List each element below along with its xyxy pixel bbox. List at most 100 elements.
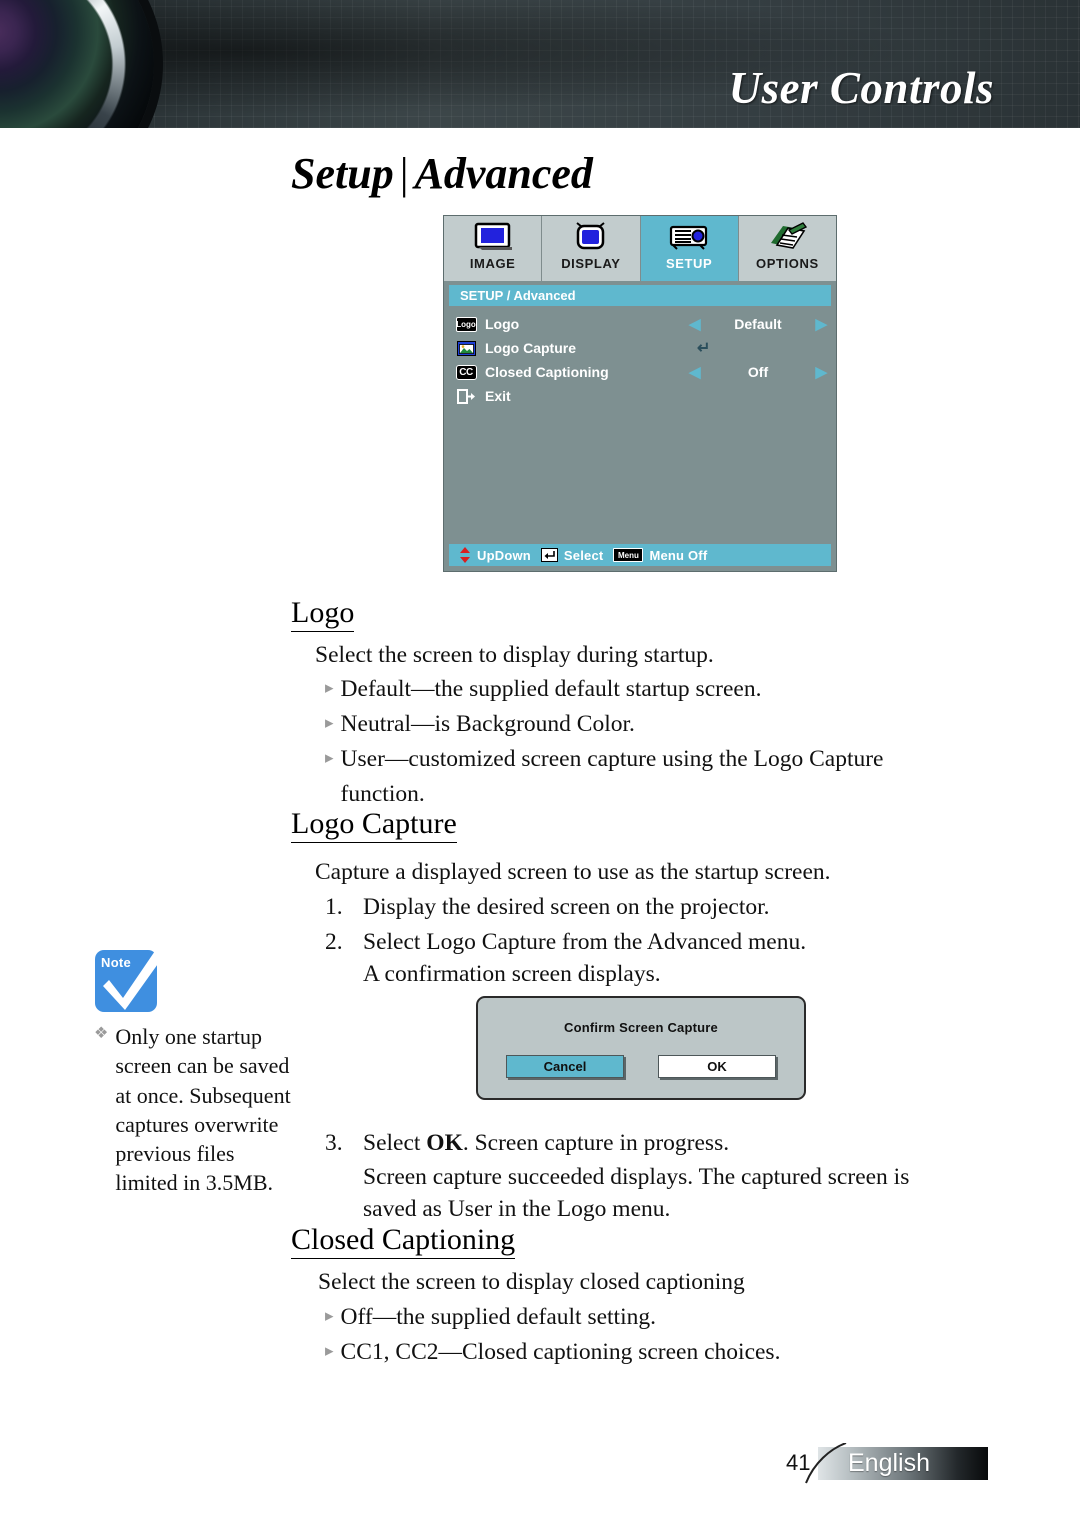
osd-tab-setup[interactable]: SETUP — [640, 216, 739, 281]
triangle-bullet-icon: ▸ — [325, 678, 334, 697]
triangle-bullet-icon: ▸ — [325, 1341, 334, 1360]
osd-tab-label: OPTIONS — [756, 256, 819, 271]
page-header: User Controls — [0, 0, 1080, 128]
osd-row-label: Closed Captioning — [485, 364, 609, 380]
closed-caption-icon: CC — [455, 364, 477, 380]
osd-row-exit[interactable]: Exit — [449, 384, 831, 408]
logo-bullet-item: ▸ Neutral—is Background Color. — [325, 707, 985, 742]
step-text: Screen capture succeeded displays. The c… — [363, 1164, 910, 1190]
dialog-title: Confirm Screen Capture — [564, 1020, 718, 1035]
chevron-right-icon[interactable]: ▶ — [815, 317, 827, 332]
page-title: Setup | Advanced — [291, 148, 593, 199]
up-down-arrows-icon — [459, 547, 471, 563]
logo-capture-intro-text: Capture a displayed screen to use as the… — [315, 859, 831, 885]
exit-icon — [455, 388, 477, 404]
step-text-pre: Select — [363, 1130, 427, 1156]
chevron-right-icon[interactable]: ▶ — [815, 365, 827, 380]
logo-bullet-text: User—customized screen capture using the… — [340, 746, 884, 807]
note-text: Only one startup screen can be saved at … — [115, 1024, 291, 1196]
osd-footer-label: Menu Off — [649, 547, 708, 563]
diamond-bullet-icon: ❖ — [94, 1025, 109, 1042]
closed-captioning-intro-text: Select the screen to display closed capt… — [318, 1269, 745, 1295]
tv-icon — [570, 220, 612, 254]
osd-footer-updown[interactable]: UpDown — [449, 547, 531, 563]
page-title-part1: Setup — [291, 149, 394, 198]
notes-pen-icon — [765, 220, 809, 254]
osd-tab-options[interactable]: OPTIONS — [738, 216, 836, 281]
osd-row-value: Default — [734, 316, 782, 332]
osd-footer-menu-off[interactable]: Menu Menu Off — [603, 548, 707, 563]
step-text-bold: OK — [426, 1130, 463, 1156]
osd-footer-bar: UpDown Select Menu Menu Off — [449, 544, 831, 566]
step-number: 3. — [325, 1130, 343, 1156]
section-heading-logo-capture: Logo Capture — [291, 808, 457, 843]
header-title: User Controls — [728, 63, 994, 113]
step-text: Display the desired screen on the projec… — [363, 894, 770, 920]
chevron-left-icon[interactable]: ◀ — [689, 317, 701, 332]
page-title-separator: | — [399, 149, 409, 198]
footer-language-label: English — [848, 1449, 930, 1477]
logo-intro-text: Select the screen to display during star… — [315, 642, 714, 668]
step-text: saved as User in the Logo menu. — [363, 1196, 671, 1222]
osd-tab-bar: IMAGE DISPLAY SETUP OPTIONS — [444, 216, 836, 281]
note-text-block: ❖ Only one startup screen can be saved a… — [94, 1022, 294, 1198]
logo-capture-step: 3. Select OK. Screen capture in progress… — [325, 1126, 1025, 1161]
osd-row-logo[interactable]: Logo Logo ◀ Default ▶ — [449, 312, 831, 336]
logo-capture-step-continuation: Screen capture succeeded displays. The c… — [325, 1160, 1025, 1195]
logo-capture-step: 1. Display the desired screen on the pro… — [325, 890, 985, 925]
osd-footer-label: UpDown — [477, 547, 531, 563]
cc-bullet-text: CC1, CC2—Closed captioning screen choice… — [340, 1339, 781, 1365]
menu-key-icon: Menu — [613, 548, 644, 562]
logo-bullet-item: ▸ Default—the supplied default startup s… — [325, 672, 985, 707]
dialog-button-row: Cancel OK — [478, 1055, 804, 1078]
logo-bullet-item: ▸ User—customized screen capture using t… — [325, 742, 965, 812]
osd-tab-display[interactable]: DISPLAY — [542, 216, 641, 281]
cancel-button[interactable]: Cancel — [506, 1055, 624, 1078]
confirm-screen-capture-dialog: Confirm Screen Capture Cancel OK — [476, 996, 806, 1100]
triangle-bullet-icon: ▸ — [325, 1306, 334, 1325]
step-text-post: . Screen capture in progress. — [462, 1130, 730, 1156]
enter-symbol-icon[interactable]: ↵ — [697, 338, 710, 358]
osd-value-stepper-logo[interactable]: ◀ Default ▶ — [689, 316, 827, 332]
step-text: Select OK. Screen capture in progress. — [363, 1126, 729, 1161]
footer-page-number: 41 — [786, 1450, 811, 1475]
logo-capture-step-continuation: saved as User in the Logo menu. — [325, 1192, 1025, 1227]
osd-tab-image[interactable]: IMAGE — [444, 216, 543, 281]
section-heading-logo: Logo — [291, 597, 355, 632]
osd-breadcrumb: SETUP / Advanced — [449, 285, 831, 306]
step-number: 2. — [325, 929, 343, 955]
logo-bullet-text: Neutral—is Background Color. — [340, 711, 635, 737]
osd-row-list: Logo Logo ◀ Default ▶ Logo Capture ↵ CC … — [444, 306, 836, 408]
logo-capture-step: 2. Select Logo Capture from the Advanced… — [325, 925, 985, 960]
logo-icon: Logo — [455, 316, 477, 332]
enter-key-icon — [540, 548, 558, 562]
lens-rim-icon — [0, 0, 168, 128]
section-heading-closed-captioning: Closed Captioning — [291, 1224, 516, 1259]
osd-row-logo-capture[interactable]: Logo Capture ↵ — [449, 336, 831, 360]
osd-footer-select[interactable]: Select — [531, 548, 604, 563]
cc-bullet-item: ▸ CC1, CC2—Closed captioning screen choi… — [325, 1335, 985, 1370]
step-number — [325, 1192, 363, 1227]
note-badge-icon: Note — [95, 948, 165, 1012]
osd-row-value: Off — [747, 364, 769, 380]
osd-row-closed-captioning[interactable]: CC Closed Captioning ◀ Off ▶ — [449, 360, 831, 384]
step-number: 1. — [325, 894, 343, 920]
logo-capture-icon — [455, 340, 477, 356]
logo-bullet-text: Default—the supplied default startup scr… — [340, 676, 762, 702]
osd-value-stepper-cc[interactable]: ◀ Off ▶ — [689, 364, 827, 380]
osd-tab-label: SETUP — [665, 256, 713, 271]
osd-tab-label: IMAGE — [469, 256, 516, 271]
step-number — [325, 957, 363, 992]
ok-button[interactable]: OK — [658, 1055, 776, 1078]
osd-tab-label: DISPLAY — [561, 256, 621, 271]
projector-icon — [667, 220, 711, 254]
page-title-part2: Advanced — [414, 149, 593, 198]
osd-row-label: Exit — [485, 388, 511, 404]
chevron-left-icon[interactable]: ◀ — [689, 365, 701, 380]
triangle-bullet-icon: ▸ — [325, 713, 334, 732]
triangle-bullet-icon: ▸ — [325, 748, 334, 767]
osd-row-label: Logo — [485, 316, 520, 332]
cc-bullet-text: Off—the supplied default setting. — [340, 1304, 656, 1330]
step-text: A confirmation screen displays. — [363, 961, 661, 987]
logo-capture-step-continuation: A confirmation screen displays. — [325, 957, 985, 992]
